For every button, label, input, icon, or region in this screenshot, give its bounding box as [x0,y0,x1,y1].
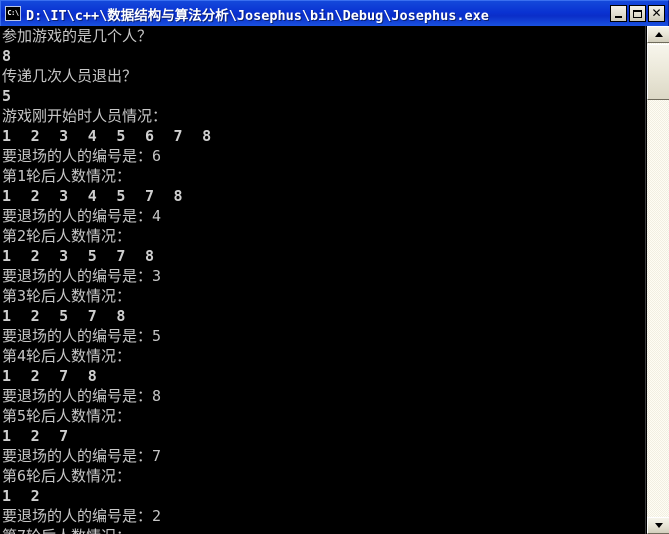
console-line: 1 2 3 4 5 7 8 [2,187,184,205]
console-line: 传递几次人员退出？ [2,67,138,85]
scrollbar-track[interactable] [647,43,669,517]
client-area: 参加游戏的是几个人？ 8 传递几次人员退出？ 5 游戏刚开始时人员情况： 1 2 3 4 … [0,26,669,534]
console-line: 1 2 [2,487,41,505]
console-line: 第1轮后人数情况： [2,167,132,185]
scrollbar-thumb[interactable] [647,44,669,100]
console-line: 游戏刚开始时人员情况： [2,107,168,125]
console-line: 要退场的人的编号是：7 [2,447,162,465]
console-line: 第3轮后人数情况： [2,287,132,305]
console-line: 要退场的人的编号是：6 [2,147,162,165]
minimize-button[interactable] [610,5,627,22]
window-title: D:\IT\c++\数据结构与算法分析\Josephus\bin\Debug\J… [26,7,489,24]
scroll-up-button[interactable] [647,26,669,43]
close-button[interactable]: ✕ [648,5,665,22]
console-line: 1 2 7 [2,427,69,445]
title-bar[interactable]: C:\ D:\IT\c++\数据结构与算法分析\Josephus\bin\Deb… [0,0,669,26]
console-line: 第4轮后人数情况： [2,347,132,365]
console-line: 1 2 7 8 [2,367,98,385]
maximize-button[interactable] [629,5,646,22]
minimize-icon [615,16,622,18]
window-controls: ✕ [608,5,665,22]
console-window-icon: C:\ [5,6,21,21]
console-line: 要退场的人的编号是：5 [2,327,162,345]
console-line: 要退场的人的编号是：2 [2,507,162,525]
console-line: 第5轮后人数情况： [2,407,132,425]
console-line: 1 2 3 5 7 8 [2,247,155,265]
console-line: 参加游戏的是几个人？ [2,27,153,45]
close-icon: ✕ [651,6,662,20]
vertical-scrollbar[interactable] [645,26,669,534]
console-line: 要退场的人的编号是：4 [2,207,162,225]
console-line: 第6轮后人数情况： [2,467,132,485]
console-icon-label: C:\ [7,9,19,17]
scroll-down-button[interactable] [647,517,669,534]
chevron-up-icon [654,32,663,37]
console-line: 5 [2,87,12,105]
console-line: 要退场的人的编号是：3 [2,267,162,285]
maximize-icon [633,9,642,18]
console-line: 8 [2,47,12,65]
console-line: 第2轮后人数情况： [2,227,132,245]
console-line: 1 2 3 4 5 6 7 8 [2,127,212,145]
console-output[interactable]: 参加游戏的是几个人？ 8 传递几次人员退出？ 5 游戏刚开始时人员情况： 1 2 3 4 … [0,26,645,534]
chevron-down-icon [654,523,663,528]
console-window: C:\ D:\IT\c++\数据结构与算法分析\Josephus\bin\Deb… [0,0,669,534]
console-line: 要退场的人的编号是：8 [2,387,162,405]
console-line: 第7轮后人数情况： [0,526,645,534]
console-line: 1 2 5 7 8 [2,307,126,325]
